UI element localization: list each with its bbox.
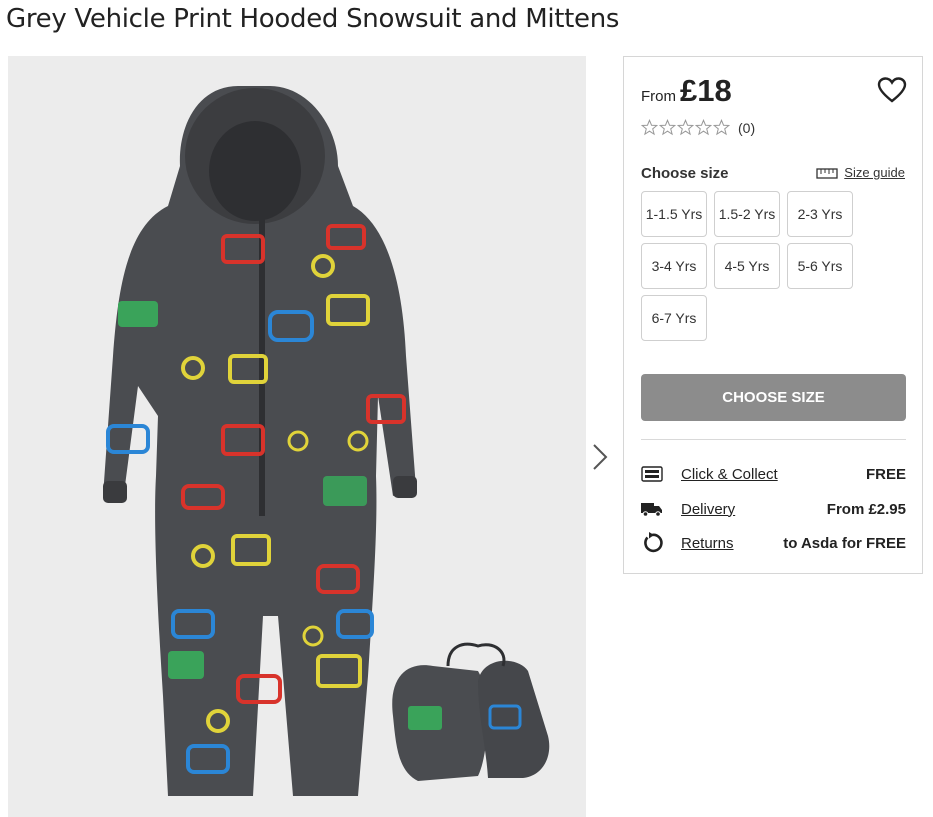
wishlist-heart-icon[interactable]: [877, 76, 907, 104]
choose-size-button[interactable]: CHOOSE SIZE: [641, 374, 906, 421]
click-collect-icon: [641, 463, 663, 485]
service-click-collect: Click & Collect FREE: [641, 462, 906, 486]
size-option[interactable]: 1-1.5 Yrs: [641, 191, 707, 237]
size-option[interactable]: 1.5-2 Yrs: [714, 191, 780, 237]
returns-icon: [641, 532, 663, 554]
delivery-link[interactable]: Delivery: [681, 501, 735, 518]
delivery-truck-icon: [641, 498, 663, 520]
service-delivery: Delivery From £2.95: [641, 497, 906, 521]
product-title: Grey Vehicle Print Hooded Snowsuit and M…: [6, 4, 620, 34]
snowsuit-illustration: [8, 56, 586, 817]
ruler-icon: [816, 167, 838, 179]
click-collect-value: FREE: [865, 465, 906, 483]
price-row: From £18: [641, 73, 732, 109]
size-option[interactable]: 4-5 Yrs: [714, 243, 780, 289]
buy-panel: From £18 (0) Choose size Size guide 1-1.5…: [623, 56, 923, 574]
click-collect-link[interactable]: Click & Collect: [681, 466, 778, 483]
divider: [641, 439, 906, 440]
service-returns: Returns to Asda for FREE: [641, 531, 906, 555]
size-option[interactable]: 2-3 Yrs: [787, 191, 853, 237]
rating-count[interactable]: (0): [738, 120, 755, 136]
star-icon: [677, 119, 694, 136]
price: £18: [680, 73, 732, 108]
size-guide-link[interactable]: Size guide: [816, 165, 905, 180]
returns-value: to Asda for FREE: [783, 534, 906, 552]
next-image-chevron-icon[interactable]: [588, 440, 612, 474]
star-rating: (0): [641, 119, 755, 136]
choose-size-label: Choose size: [641, 165, 729, 182]
returns-link[interactable]: Returns: [681, 535, 734, 552]
star-icon: [713, 119, 730, 136]
size-option[interactable]: 6-7 Yrs: [641, 295, 707, 341]
size-option[interactable]: 5-6 Yrs: [787, 243, 853, 289]
star-icon: [641, 119, 658, 136]
delivery-value: From £2.95: [826, 500, 906, 518]
price-prefix: From: [641, 88, 676, 105]
star-icon: [695, 119, 712, 136]
size-option[interactable]: 3-4 Yrs: [641, 243, 707, 289]
star-icon: [659, 119, 676, 136]
size-guide-label[interactable]: Size guide: [844, 165, 905, 180]
product-image[interactable]: [8, 56, 586, 817]
